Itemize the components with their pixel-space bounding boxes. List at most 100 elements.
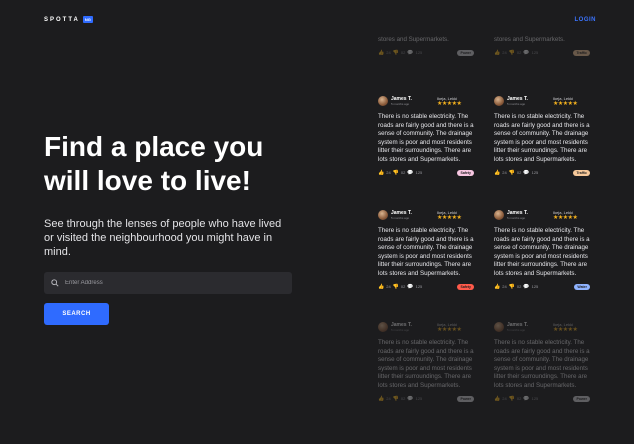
comment-icon[interactable]: 💬 <box>523 284 529 290</box>
comment-icon[interactable]: 💬 <box>523 170 529 176</box>
reviewer-info: James T. 5 months ago <box>507 322 553 332</box>
comment-icon[interactable]: 💬 <box>523 396 529 402</box>
review-header: James T. 5 months ago Ikeja, Lekki ★★★★★ <box>378 96 474 110</box>
thumbs-down-icon[interactable]: 👎 <box>393 50 399 56</box>
thumbs-up-icon[interactable]: 👍 <box>494 170 500 176</box>
comment-count: 125 <box>531 284 539 290</box>
thumbs-up-icon[interactable]: 👍 <box>494 396 500 402</box>
thumbs-up-icon[interactable]: 👍 <box>378 396 384 402</box>
review-text: There is no stable electricity. The road… <box>378 113 474 163</box>
review-footer: 👍 24 👎 02 💬 125 Traffic <box>494 49 590 56</box>
like-count: 24 <box>502 170 507 176</box>
category-tag: Safety <box>457 283 474 290</box>
thumbs-up-icon[interactable]: 👍 <box>378 284 384 290</box>
review-date: 5 months ago <box>507 216 526 220</box>
address-input[interactable] <box>65 280 285 286</box>
brand-name: SPOTTA <box>44 16 80 23</box>
review-meta: Ikeja, Lekki ★★★★★ <box>437 322 469 333</box>
review-meta: Ikeja, Lekki ★★★★★ <box>437 210 469 221</box>
login-link[interactable]: LOGIN <box>575 17 597 23</box>
review-card[interactable]: James T. 5 months ago Ikeja, Lekki ★★★★★… <box>378 210 474 290</box>
thumbs-down-icon[interactable]: 👎 <box>393 284 399 290</box>
reviewer-info: James T. 5 months ago <box>391 210 437 220</box>
thumbs-down-icon[interactable]: 👎 <box>509 284 515 290</box>
avatar <box>494 322 504 332</box>
review-text: There is no stable electricity. The road… <box>494 339 590 389</box>
comment-count: 125 <box>531 50 539 56</box>
thumbs-down-icon[interactable]: 👎 <box>509 50 515 56</box>
star-rating: ★★★★★ <box>553 101 578 107</box>
brand-logo[interactable]: SPOTTA NG <box>44 16 93 23</box>
review-header: James T. 5 months ago Ikeja, Lekki ★★★★★ <box>378 210 474 224</box>
review-card[interactable]: James T. 5 months ago Ikeja, Lekki ★★★★★… <box>494 96 590 176</box>
hero-subtitle: See through the lenses of people who hav… <box>44 218 282 258</box>
comment-count: 125 <box>415 50 423 56</box>
reviewer-info: James T. 5 months ago <box>391 96 437 106</box>
thumbs-down-icon[interactable]: 👎 <box>393 396 399 402</box>
dislike-count: 02 <box>400 396 406 402</box>
like-count: 24 <box>386 50 391 56</box>
thumbs-down-icon[interactable]: 👎 <box>509 170 515 176</box>
like-count: 24 <box>502 50 507 56</box>
avatar <box>494 96 504 106</box>
dislike-count: 02 <box>400 170 406 176</box>
dislike-count: 02 <box>516 50 522 56</box>
comment-icon[interactable]: 💬 <box>407 170 413 176</box>
review-text: There is no stable electricity. The road… <box>378 339 474 389</box>
hero-section: Find a place you will love to live! See … <box>44 130 304 259</box>
comment-count: 125 <box>415 170 423 176</box>
review-date: 5 months ago <box>391 328 410 332</box>
reviewer-info: James T. 5 months ago <box>507 96 553 106</box>
thumbs-up-icon[interactable]: 👍 <box>378 170 384 176</box>
thumbs-up-icon[interactable]: 👍 <box>378 50 384 56</box>
address-search-box[interactable] <box>44 272 292 294</box>
review-text: stores and Supermarkets. <box>378 36 449 43</box>
dislike-count: 02 <box>400 284 406 290</box>
review-card[interactable]: James T. 5 months ago Ikeja, Lekki ★★★★★… <box>494 210 590 290</box>
review-date: 5 months ago <box>507 102 526 106</box>
review-footer: 👍 24 👎 02 💬 125 Power <box>378 49 474 56</box>
review-card[interactable]: James T. 5 months ago Ikeja, Lekki ★★★★★… <box>494 322 590 402</box>
review-text: stores and Supermarkets. <box>494 36 565 43</box>
comment-count: 125 <box>415 284 423 290</box>
review-card[interactable]: stores and Supermarkets. 👍 24 👎 02 💬 125… <box>378 36 474 56</box>
dislike-count: 02 <box>516 170 522 176</box>
reviewer-info: James T. 5 months ago <box>391 322 437 332</box>
thumbs-up-icon[interactable]: 👍 <box>494 284 500 290</box>
review-meta: Ikeja, Lekki ★★★★★ <box>553 96 585 107</box>
star-rating: ★★★★★ <box>553 327 578 333</box>
avatar <box>378 96 388 106</box>
search-button[interactable]: SEARCH <box>44 303 109 325</box>
star-rating: ★★★★★ <box>437 327 462 333</box>
hero-title-line-1: Find a place you <box>44 131 264 162</box>
dislike-count: 02 <box>400 50 406 56</box>
review-card[interactable]: James T. 5 months ago Ikeja, Lekki ★★★★★… <box>378 96 474 176</box>
review-date: 5 months ago <box>507 328 526 332</box>
comment-icon[interactable]: 💬 <box>523 50 529 56</box>
review-date: 5 months ago <box>391 216 410 220</box>
reviewer-info: James T. 5 months ago <box>507 210 553 220</box>
like-count: 24 <box>502 396 507 402</box>
category-tag: Safety <box>457 169 474 176</box>
comment-icon[interactable]: 💬 <box>407 396 413 402</box>
comment-count: 125 <box>415 396 423 402</box>
review-footer: 👍 24 👎 02 💬 125 Safety <box>378 283 474 290</box>
review-text: There is no stable electricity. The road… <box>378 227 474 277</box>
category-tag: Power <box>457 49 474 56</box>
comment-count: 125 <box>531 396 539 402</box>
thumbs-down-icon[interactable]: 👎 <box>509 396 515 402</box>
comment-icon[interactable]: 💬 <box>407 50 413 56</box>
review-text: There is no stable electricity. The road… <box>494 227 590 277</box>
category-tag: Water <box>574 283 590 290</box>
like-count: 24 <box>386 396 391 402</box>
review-footer: 👍 24 👎 02 💬 125 Water <box>494 283 590 290</box>
comment-icon[interactable]: 💬 <box>407 284 413 290</box>
review-card[interactable]: stores and Supermarkets. 👍 24 👎 02 💬 125… <box>494 36 590 56</box>
thumbs-up-icon[interactable]: 👍 <box>494 50 500 56</box>
star-rating: ★★★★★ <box>437 101 462 107</box>
review-card[interactable]: James T. 5 months ago Ikeja, Lekki ★★★★★… <box>378 322 474 402</box>
star-rating: ★★★★★ <box>437 215 462 221</box>
avatar <box>494 210 504 220</box>
review-text: There is no stable electricity. The road… <box>494 113 590 163</box>
thumbs-down-icon[interactable]: 👎 <box>393 170 399 176</box>
